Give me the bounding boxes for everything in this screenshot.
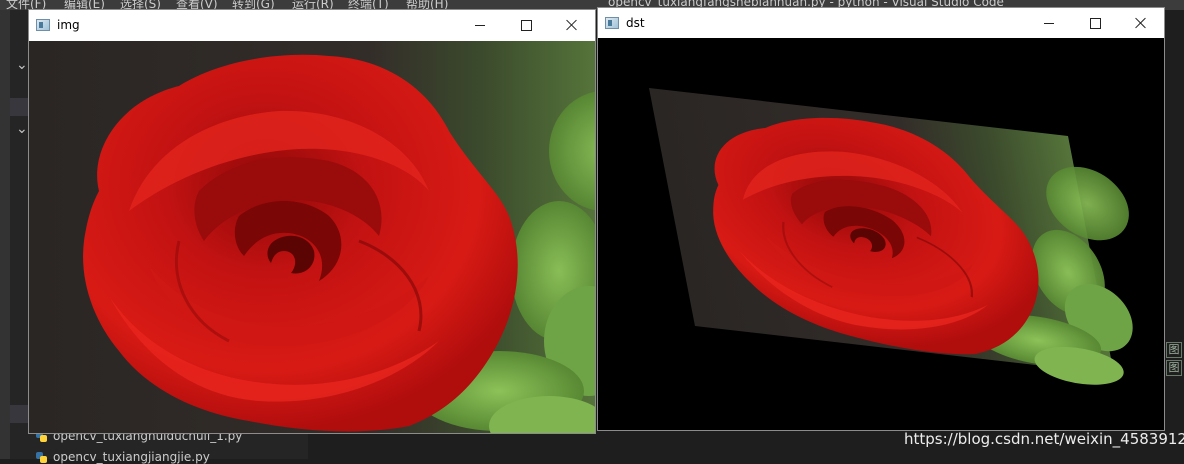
opencv-window-img[interactable]: img: [28, 9, 596, 434]
maximize-icon: [520, 19, 532, 31]
window-title: img: [57, 18, 80, 32]
vscode-activity-bar: [0, 10, 10, 459]
window-title: dst: [626, 16, 645, 30]
explorer-selected-row[interactable]: [10, 405, 28, 423]
image-canvas-dst: [598, 38, 1164, 430]
explorer-file-item[interactable]: opencv_tuxiangjiangjie.py: [36, 450, 210, 464]
close-button[interactable]: [1118, 8, 1164, 38]
rose-image: [29, 41, 595, 433]
minimize-button[interactable]: [1026, 8, 1072, 38]
minimize-icon: [1044, 22, 1054, 24]
close-icon: [566, 19, 578, 31]
minimize-icon: [475, 24, 485, 26]
opencv-window-icon: [36, 19, 50, 31]
watermark-text: https://blog.csdn.net/weixin_45839124: [904, 430, 1184, 448]
window-titlebar[interactable]: img: [29, 10, 595, 40]
side-glyph: 图: [1166, 360, 1182, 376]
explorer-file-label: opencv_tuxiangjiangjie.py: [53, 450, 210, 464]
warped-rose-image: [598, 38, 1164, 430]
python-file-icon: [36, 451, 47, 463]
image-canvas-img: [29, 41, 595, 433]
opencv-window-icon: [605, 17, 619, 29]
side-glyph: 图: [1166, 342, 1182, 358]
opencv-window-dst[interactable]: dst: [597, 7, 1165, 431]
maximize-icon: [1089, 17, 1101, 29]
close-icon: [1135, 17, 1147, 29]
minimize-button[interactable]: [457, 10, 503, 40]
maximize-button[interactable]: [503, 10, 549, 40]
explorer-selected-row[interactable]: [10, 98, 28, 116]
window-titlebar[interactable]: dst: [598, 8, 1164, 38]
chevron-down-icon[interactable]: ⌄: [16, 122, 28, 136]
maximize-button[interactable]: [1072, 8, 1118, 38]
chevron-down-icon[interactable]: ⌄: [16, 58, 28, 72]
close-button[interactable]: [549, 10, 595, 40]
